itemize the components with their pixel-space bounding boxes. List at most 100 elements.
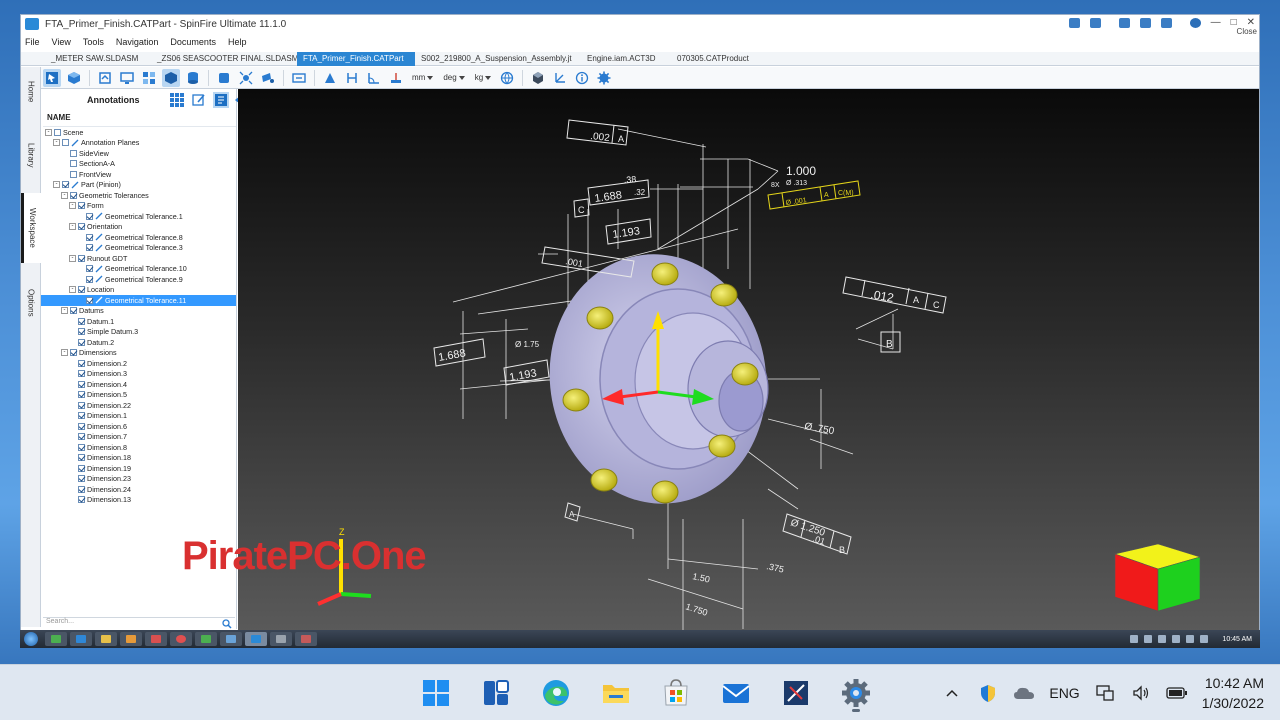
tree-row[interactable]: Geometrical Tolerance.1 <box>41 211 236 222</box>
print-icon[interactable] <box>1139 17 1151 28</box>
tree-row[interactable]: Dimension.1 <box>41 411 236 422</box>
visibility-checkbox[interactable] <box>78 422 85 430</box>
taskbar-app-icon[interactable] <box>270 632 292 646</box>
visibility-checkbox[interactable] <box>78 433 85 441</box>
visibility-checkbox[interactable] <box>78 464 85 472</box>
menu-tools[interactable]: Tools <box>83 37 104 47</box>
taskbar-file-explorer-button[interactable] <box>592 673 640 713</box>
visibility-checkbox[interactable] <box>78 496 85 504</box>
side-tab-home[interactable]: Home <box>21 67 41 117</box>
tree-row[interactable]: - Orientation <box>41 222 236 233</box>
visibility-checkbox[interactable] <box>86 296 93 304</box>
taskbar-browser-icon[interactable] <box>70 632 92 646</box>
tray-icon[interactable] <box>1172 635 1181 643</box>
inner-clock[interactable]: 10:45 AM <box>1222 636 1252 643</box>
tree-expander-icon[interactable]: - <box>61 349 68 357</box>
onedrive-cloud-icon[interactable] <box>1013 682 1035 704</box>
import-icon[interactable] <box>96 69 114 87</box>
tree-row[interactable]: Geometrical Tolerance.8 <box>41 232 236 243</box>
tree-row[interactable]: - Annotation Planes <box>41 138 236 149</box>
tree-expander-icon[interactable]: - <box>61 191 68 199</box>
database-icon[interactable] <box>184 69 202 87</box>
tree-row[interactable]: - Dimensions <box>41 348 236 359</box>
mail-icon[interactable] <box>1118 17 1130 28</box>
minimize-button[interactable]: — <box>1211 17 1221 28</box>
taskbar-folder-icon[interactable] <box>95 632 117 646</box>
visibility-checkbox[interactable] <box>78 328 85 336</box>
tree-row[interactable]: - Geometric Tolerances <box>41 190 236 201</box>
share-icon[interactable] <box>1068 17 1080 28</box>
tray-icon[interactable] <box>1130 635 1139 643</box>
menu-navigation[interactable]: Navigation <box>116 37 159 47</box>
start-button[interactable] <box>412 673 460 713</box>
tree-row[interactable]: Geometrical Tolerance.3 <box>41 243 236 254</box>
tree-row[interactable]: Dimension.3 <box>41 369 236 380</box>
network-icon[interactable] <box>1094 682 1116 704</box>
tree-row[interactable]: - Location <box>41 285 236 296</box>
tree-row[interactable]: Simple Datum.3 <box>41 327 236 338</box>
volume-icon[interactable] <box>1130 682 1152 704</box>
help-icon[interactable] <box>1189 17 1201 28</box>
taskbar-clock[interactable]: 10:42 AM 1/30/2022 <box>1202 673 1264 713</box>
taskbar-snip-button[interactable] <box>772 673 820 713</box>
tree-expander-icon[interactable]: - <box>61 307 68 315</box>
start-orb-icon[interactable] <box>20 630 42 648</box>
tree-row[interactable]: Datum.1 <box>41 316 236 327</box>
taskbar-widgets-button[interactable] <box>472 673 520 713</box>
security-shield-icon[interactable] <box>977 682 999 704</box>
visibility-checkbox[interactable] <box>78 412 85 420</box>
tree-row[interactable]: Dimension.18 <box>41 453 236 464</box>
gear-icon[interactable] <box>595 69 613 87</box>
tree-expander-icon[interactable]: - <box>69 202 76 210</box>
visibility-checkbox[interactable] <box>78 380 85 388</box>
measure-distance-icon[interactable] <box>343 69 361 87</box>
edit-icon[interactable] <box>191 92 207 108</box>
select-tool-icon[interactable] <box>43 68 61 87</box>
taskbar-chrome-icon[interactable] <box>170 632 192 646</box>
view-cube[interactable] <box>1113 543 1202 612</box>
section-icon[interactable] <box>290 69 308 87</box>
visibility-checkbox[interactable] <box>78 254 85 262</box>
tree-row[interactable]: - Scene <box>41 127 236 138</box>
search-input[interactable]: Search... <box>43 617 235 629</box>
visibility-checkbox[interactable] <box>78 454 85 462</box>
visibility-checkbox[interactable] <box>86 265 93 273</box>
grid-view-icon[interactable] <box>169 92 185 108</box>
tree-row[interactable]: Geometrical Tolerance.9 <box>41 274 236 285</box>
taskbar-paint-icon[interactable] <box>145 632 167 646</box>
annotation-view-icon[interactable] <box>162 68 180 87</box>
visibility-checkbox[interactable] <box>78 202 85 210</box>
tree-row[interactable]: - Form <box>41 201 236 212</box>
tree-row[interactable]: Dimension.5 <box>41 390 236 401</box>
tab-suspension-assembly[interactable]: S002_219800_A_Suspension_Assembly.jt <box>415 52 581 66</box>
visibility-checkbox[interactable] <box>78 475 85 483</box>
tree-row[interactable]: Dimension.23 <box>41 474 236 485</box>
settings-icon[interactable] <box>1160 17 1172 28</box>
visibility-checkbox[interactable] <box>78 391 85 399</box>
visibility-checkbox[interactable] <box>70 349 77 357</box>
menu-help[interactable]: Help <box>228 37 247 47</box>
tree-row[interactable]: Datum.2 <box>41 337 236 348</box>
tree-row[interactable]: FrontView <box>41 169 236 180</box>
tree-row[interactable]: Dimension.2 <box>41 358 236 369</box>
tab-catproduct[interactable]: 070305.CATProduct <box>671 52 771 66</box>
side-tab-options[interactable]: Options <box>21 273 41 333</box>
explode-icon[interactable] <box>237 69 255 87</box>
search-icon[interactable] <box>222 619 232 629</box>
visibility-checkbox[interactable] <box>62 139 69 147</box>
tray-icon[interactable] <box>1144 635 1153 643</box>
layout-icon[interactable] <box>140 69 158 87</box>
taskbar-media-icon[interactable] <box>120 632 142 646</box>
tree-row[interactable]: - Runout GDT <box>41 253 236 264</box>
tree-expander-icon[interactable]: - <box>45 128 52 136</box>
info-icon[interactable] <box>573 69 591 87</box>
tree-row[interactable]: Dimension.4 <box>41 379 236 390</box>
tree-row[interactable]: Geometrical Tolerance.11 <box>41 295 236 306</box>
visibility-checkbox[interactable] <box>78 359 85 367</box>
taskbar-edge-button[interactable] <box>532 673 580 713</box>
tree-row[interactable]: Dimension.6 <box>41 421 236 432</box>
tray-icon[interactable] <box>1186 635 1195 643</box>
chevron-up-icon[interactable] <box>941 682 963 704</box>
menu-documents[interactable]: Documents <box>170 37 216 47</box>
visibility-checkbox[interactable] <box>70 191 77 199</box>
